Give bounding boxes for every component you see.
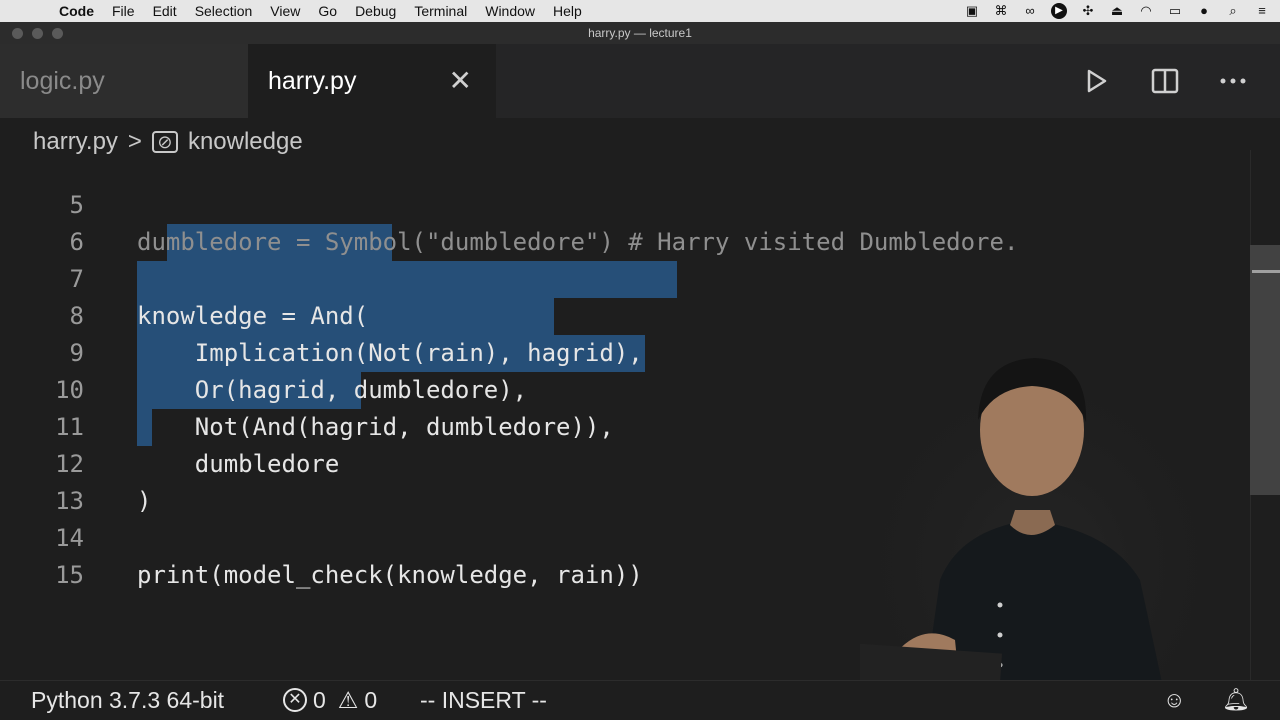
status-bar: Python 3.7.3 64-bit ✕ 0 ⚠ 0 -- INSERT --… — [0, 680, 1280, 720]
tab-label: harry.py — [268, 67, 357, 95]
menu-selection[interactable]: Selection — [186, 0, 262, 22]
tab-logic-py[interactable]: logic.py — [0, 44, 248, 118]
gesture-icon[interactable]: ✣ — [1080, 4, 1096, 18]
error-icon: ✕ — [283, 688, 307, 712]
bell-icon[interactable]: 🔔︎ — [1222, 681, 1250, 719]
code-line: 7 knowledge = And( — [0, 224, 1250, 330]
menu-code[interactable]: Code — [50, 0, 103, 22]
user-icon[interactable]: ● — [1196, 4, 1212, 18]
tab-label: logic.py — [20, 67, 105, 95]
glasses-icon[interactable]: ∞ — [1022, 4, 1038, 18]
line-text: print(model_check(knowledge, rain)) — [137, 561, 643, 589]
editor-tabbar: logic.py harry.py ✕ — [0, 44, 1280, 118]
code-line: 8 Implication(Not(rain), hagrid), — [0, 261, 1250, 367]
code-line: 5 dumbledore = Symbol("dumbledore") # Ha… — [0, 150, 1250, 256]
minimize-window-button[interactable] — [32, 28, 43, 39]
warning-icon: ⚠ — [337, 687, 359, 713]
split-editor-icon[interactable] — [1150, 66, 1180, 96]
wifi-icon[interactable]: ◠ — [1138, 4, 1154, 18]
menu-debug[interactable]: Debug — [346, 0, 405, 22]
menu-help[interactable]: Help — [544, 0, 591, 22]
feedback-icon[interactable]: ☺ — [1163, 681, 1185, 719]
traffic-lights — [12, 28, 63, 39]
menu-items: Code File Edit Selection View Go Debug T… — [50, 0, 591, 22]
code-line: 6 — [0, 187, 1250, 256]
more-icon[interactable] — [1218, 66, 1248, 96]
menu-file[interactable]: File — [103, 0, 144, 22]
menu-view[interactable]: View — [261, 0, 309, 22]
play-circle-icon[interactable]: ▶ — [1051, 3, 1067, 19]
search-icon[interactable]: ⌕ — [1225, 4, 1241, 18]
run-icon[interactable] — [1082, 66, 1112, 96]
eject-icon[interactable]: ⏏ — [1109, 4, 1125, 18]
command-icon[interactable]: ⌘ — [993, 4, 1009, 18]
menubar-status-area: ▣ ⌘ ∞ ▶ ✣ ⏏ ◠ ▭ ● ⌕ ≡ — [964, 0, 1270, 22]
editor-actions — [1082, 44, 1248, 118]
window-titlebar: harry.py — lecture1 — [0, 22, 1280, 44]
vim-mode: -- INSERT -- — [420, 687, 547, 713]
vertical-scrollbar-thumb[interactable] — [1250, 245, 1280, 495]
python-interpreter[interactable]: Python 3.7.3 64-bit — [31, 681, 224, 719]
close-window-button[interactable] — [12, 28, 23, 39]
line-number: 15 — [55, 561, 84, 589]
menu-go[interactable]: Go — [309, 0, 346, 22]
presenter-video — [860, 330, 1220, 720]
maximize-window-button[interactable] — [52, 28, 63, 39]
menu-window[interactable]: Window — [476, 0, 544, 22]
error-count: 0 — [313, 687, 326, 713]
battery-icon[interactable]: ▭ — [1167, 4, 1183, 18]
menu-edit[interactable]: Edit — [144, 0, 186, 22]
warning-count: 0 — [364, 687, 378, 713]
window-title: harry.py — lecture1 — [588, 26, 692, 40]
scrollbar-cursor-marker — [1252, 270, 1280, 273]
macos-menubar: Code File Edit Selection View Go Debug T… — [0, 0, 1280, 22]
close-icon[interactable]: ✕ — [449, 44, 472, 118]
list-icon[interactable]: ≡ — [1254, 4, 1270, 18]
tab-harry-py[interactable]: harry.py ✕ — [248, 44, 496, 118]
docker-icon[interactable]: ▣ — [964, 4, 980, 18]
menu-terminal[interactable]: Terminal — [405, 0, 476, 22]
problems-indicator[interactable]: ✕ 0 ⚠ 0 — [283, 681, 377, 719]
